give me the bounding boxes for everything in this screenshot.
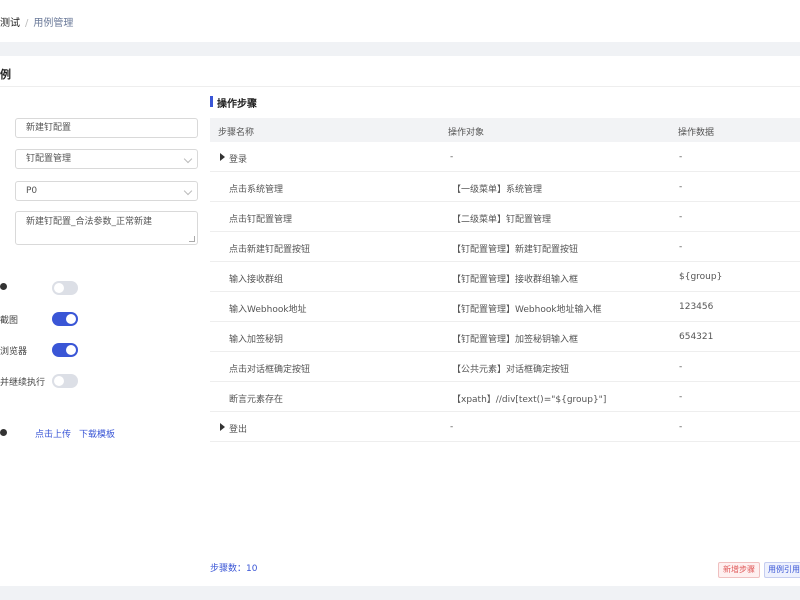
cell-target: 【钉配置管理】接收群组输入框 [452,275,579,285]
cell-target: - [450,422,454,432]
cell-data: - [679,362,683,372]
breadcrumb: 测试 / 用例管理 [0,14,73,29]
cell-step-name: 点击对话框确定按钮 [229,365,311,375]
cell-step-name: 输入接收群组 [229,275,284,285]
column-header-step-name: 步骤名称 [218,128,255,138]
toggle-switch-1[interactable] [52,281,78,295]
step-count: 步骤数：10 [210,564,258,574]
toggle-label-screenshot: 截图 [0,316,19,326]
cell-data: - [679,152,683,162]
toggle-switch-browser[interactable] [52,343,78,357]
help-icon [0,429,7,436]
cell-step-name: 断言元素存在 [229,395,284,405]
table-row[interactable]: 登出 - - [210,412,800,442]
table-row[interactable]: 输入Webhook地址 【钉配置管理】Webhook地址输入框 123456 [210,292,800,322]
toggle-label-browser: 浏览器 [0,347,28,357]
column-header-target: 操作对象 [448,128,485,138]
cell-target: - [450,152,454,162]
cell-step-name: 点击钉配置管理 [229,215,293,225]
cell-step-name: 登出 [229,425,248,435]
top-bar: 测试 / 用例管理 [0,0,800,42]
column-header-data: 操作数据 [678,128,715,138]
table-row[interactable]: 点击对话框确定按钮 【公共元素】对话框确定按钮 - [210,352,800,382]
breadcrumb-current: 测试 [0,18,20,29]
breadcrumb-link-case-management[interactable]: 用例管理 [33,18,73,29]
card-divider [0,86,800,87]
cell-target: 【一级菜单】系统管理 [452,185,543,195]
case-name-input[interactable]: 新建钉配置 [15,118,198,138]
description-value: 新建钉配置_合法参数_正常新建 [26,217,153,227]
cell-data: - [679,182,683,192]
toggle-knob [66,345,76,355]
table-row[interactable]: 点击钉配置管理 【二级菜单】钉配置管理 - [210,202,800,232]
breadcrumb-separator: / [25,18,29,29]
module-select[interactable]: 钉配置管理 [15,149,198,169]
cell-data: - [679,212,683,222]
cell-target: 【钉配置管理】加签秘钥输入框 [452,335,579,345]
case-reference-button[interactable]: 用例引用 [764,562,800,578]
expand-triangle-icon[interactable] [220,153,225,161]
download-template-link[interactable]: 下载模板 [79,427,115,440]
cell-step-name: 点击系统管理 [229,185,284,195]
description-textarea[interactable]: 新建钉配置_合法参数_正常新建 [15,211,198,245]
chevron-down-icon [183,154,193,164]
toggle-label-continue: 并继续执行 [0,378,46,388]
table-row[interactable]: 断言元素存在 【xpath】//div[text()="${group}"] - [210,382,800,412]
resize-handle-icon[interactable] [189,236,195,242]
toggle-switch-continue[interactable] [52,374,78,388]
cell-step-name: 点击新建钉配置按钮 [229,245,311,255]
priority-select[interactable]: P0 [15,181,198,201]
table-row[interactable]: 输入加签秘钥 【钉配置管理】加签秘钥输入框 654321 [210,322,800,352]
cell-target: 【钉配置管理】Webhook地址输入框 [452,305,602,315]
section-title-steps: 操作步骤 [217,99,257,110]
cell-data: 123456 [679,302,714,312]
cell-target: 【钉配置管理】新建钉配置按钮 [452,245,579,255]
cell-data: - [679,392,683,402]
help-icon [0,283,7,290]
upload-link[interactable]: 点击上传 [35,427,71,440]
table-row[interactable]: 点击系统管理 【一级菜单】系统管理 - [210,172,800,202]
table-row[interactable]: 输入接收群组 【钉配置管理】接收群组输入框 ${group} [210,262,800,292]
toggle-switch-screenshot[interactable] [52,312,78,326]
table-header: 步骤名称 操作对象 操作数据 [210,118,800,142]
priority-select-value: P0 [26,186,38,196]
module-select-value: 钉配置管理 [26,154,72,164]
cell-target: 【公共元素】对话框确定按钮 [452,365,570,375]
cell-data: - [679,422,683,432]
toggle-knob [54,283,64,293]
table-row[interactable]: 登录 - - [210,142,800,172]
chevron-down-icon [183,186,193,196]
cell-data: - [679,242,683,252]
cell-target: 【二级菜单】钉配置管理 [452,215,552,225]
table-row[interactable]: 点击新建钉配置按钮 【钉配置管理】新建钉配置按钮 - [210,232,800,262]
cell-data: ${group} [679,272,723,282]
cell-data: 654321 [679,332,714,342]
cell-target: 【xpath】//div[text()="${group}"] [452,395,607,405]
cell-step-name: 输入加签秘钥 [229,335,284,345]
expand-triangle-icon[interactable] [220,423,225,431]
add-step-button[interactable]: 新增步骤 [718,562,760,578]
toggle-knob [54,376,64,386]
toggle-knob [66,314,76,324]
cell-step-name: 输入Webhook地址 [229,305,307,315]
cell-step-name: 登录 [229,155,248,165]
section-accent-bar [210,96,213,107]
main-card: 例 新建钉配置 钉配置管理 P0 新建钉配置_合法参数_正常新建 截图 浏览器 … [0,56,800,586]
card-title: 例 [0,68,11,81]
